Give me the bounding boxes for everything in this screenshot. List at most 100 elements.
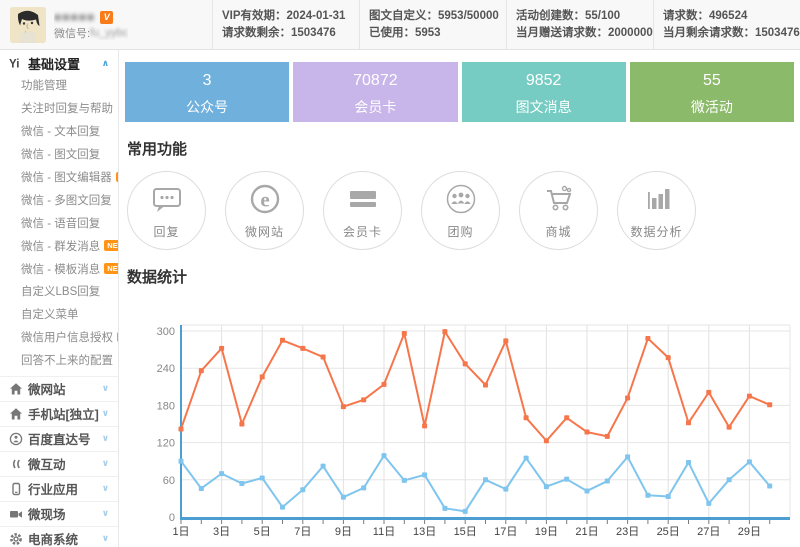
sidebar-group-industry-apps[interactable]: 行业应用∨ (0, 476, 118, 501)
svg-text:60: 60 (163, 475, 175, 487)
sidebar-item-fallback-config[interactable]: 回答不上来的配置 (0, 349, 118, 372)
sidebar-item-label: 微信 - 图文编辑器 (21, 169, 112, 185)
sidebar-item-wechat-template-message[interactable]: 微信 - 模板消息NEW (0, 257, 118, 280)
sidebar-item-label: 微信 - 文本回复 (21, 123, 100, 139)
stat-line: VIP有效期：2024-01-31 (222, 8, 350, 25)
svg-text:27日: 27日 (697, 526, 720, 538)
section-title-data-statistics: 数据统计 (127, 266, 794, 284)
quick-action-label: 会员卡 (343, 223, 382, 240)
user-display-name: ■■■■■ (54, 10, 95, 24)
sidebar-group-label: 基础设置 (28, 54, 102, 73)
statistics-chart: 0601201802403001日3日5日7日9日11日13日15日17日19日… (125, 315, 794, 541)
new-badge: NEW (104, 240, 119, 251)
sidebar-item-function-management[interactable]: 功能管理 (0, 74, 118, 97)
sidebar-item-custom-lbs-reply[interactable]: 自定义LBS回复 (0, 280, 118, 303)
stat-card-member-cards: 70872 会员卡 (293, 62, 457, 122)
sidebar-item-wechat-voice-reply[interactable]: 微信 - 语音回复 (0, 211, 118, 234)
sidebar-item-wechat-imagetext-reply[interactable]: 微信 - 图文回复 (0, 143, 118, 166)
chevron-down-icon: ∨ (102, 433, 109, 444)
vip-badge-icon: V (100, 11, 113, 24)
sidebar-item-wechat-text-reply[interactable]: 微信 - 文本回复 (0, 120, 118, 143)
sidebar-item-label: 自定义菜单 (21, 306, 79, 322)
header-stat-col-3: 活动创建数：55/100当月赠送请求数：2000000 (506, 0, 653, 49)
sidebar-item-wechat-user-info-auth[interactable]: 微信用户信息授权NEW (0, 326, 118, 349)
chevron-down-icon: ∨ (102, 458, 109, 469)
svg-text:300: 300 (157, 326, 175, 338)
user-area[interactable]: ■■■■■ V 微信号:fu_yybc (0, 0, 212, 49)
sidebar-item-wechat-multi-imagetext-reply[interactable]: 微信 - 多图文回复 (0, 188, 118, 211)
stat-line: 请求数：496524 (663, 8, 791, 25)
section-title-common-functions: 常用功能 (127, 138, 794, 156)
reply-icon (149, 181, 185, 222)
dashboard-app: ■■■■■ V 微信号:fu_yybc VIP有效期：2024-01-31请求数… (0, 0, 800, 547)
account-stats: VIP有效期：2024-01-31请求数剩余：1503476图文自定义：5953… (212, 0, 800, 49)
summary-cards: 3公众号70872会员卡9852图文消息55微活动 (125, 62, 794, 122)
stat-card-label: 公众号 (125, 97, 289, 117)
quick-action-reply[interactable]: 回复 (127, 171, 206, 250)
sidebar-item-custom-menu[interactable]: 自定义菜单 (0, 303, 118, 326)
sidebar-group-micro-live[interactable]: 微现场∨ (0, 501, 118, 526)
shopping-cart-icon (541, 181, 577, 222)
svg-text:9日: 9日 (335, 526, 352, 538)
tools-icon: Yi (9, 56, 28, 70)
sidebar-item-label: 关注时回复与帮助 (21, 100, 113, 116)
sidebar-item-label: 微信 - 群发消息 (21, 238, 100, 254)
sidebar-item-label: 微信 - 图文回复 (21, 146, 100, 162)
sidebar-group-basic-settings[interactable]: Yi基础设置∧ (0, 53, 118, 73)
sidebar-item-label: 自定义LBS回复 (21, 283, 100, 299)
svg-text:Yi: Yi (9, 59, 19, 71)
main-content: 3公众号70872会员卡9852图文消息55微活动 常用功能 回复e微网站会员卡… (119, 50, 800, 547)
chevron-down-icon: ∨ (102, 408, 109, 419)
stat-card-label: 会员卡 (293, 97, 457, 117)
stat-card-value: 55 (630, 72, 794, 90)
user-avatar (10, 7, 46, 43)
svg-text:180: 180 (157, 400, 175, 412)
chevron-down-icon: ∨ (102, 533, 109, 544)
quick-action-label: 团购 (447, 223, 473, 240)
header-stat-col-2: 图文自定义：5953/50000已使用：5953 (359, 0, 506, 49)
quick-action-label: 数据分析 (630, 223, 682, 240)
header-stat-col-4: 请求数：496524当月剩余请求数：1503476 (653, 0, 800, 49)
sidebar-group-micro-interaction[interactable]: 微互动∨ (0, 451, 118, 476)
quick-action-data-analysis[interactable]: 数据分析 (617, 171, 696, 250)
sidebar-item-label: 功能管理 (21, 77, 67, 93)
sidebar-group-ecommerce-system[interactable]: 电商系统∨ (0, 526, 118, 547)
sidebar-item-wechat-mass-message[interactable]: 微信 - 群发消息 NEW (0, 234, 118, 257)
quick-action-member-card[interactable]: 会员卡 (323, 171, 402, 250)
sidebar-item-label: 微信用户信息授权 (21, 329, 113, 345)
sidebar-item-label: 微信 - 多图文回复 (21, 192, 112, 208)
top-bar: ■■■■■ V 微信号:fu_yybc VIP有效期：2024-01-31请求数… (0, 0, 800, 50)
sidebar-item-follow-reply-help[interactable]: 关注时回复与帮助 (0, 97, 118, 120)
svg-text:120: 120 (157, 438, 175, 450)
quick-action-micro-website[interactable]: e微网站 (225, 171, 304, 250)
svg-text:5日: 5日 (254, 526, 271, 538)
stat-line: 图文自定义：5953/50000 (369, 8, 497, 25)
stat-card-label: 图文消息 (462, 97, 626, 117)
sidebar-group-label: 百度直达号 (28, 429, 102, 448)
group-buy-icon (443, 181, 479, 222)
chevron-down-icon: ∨ (102, 383, 109, 394)
quick-action-mall[interactable]: 商城 (519, 171, 598, 250)
stat-line: 活动创建数：55/100 (516, 8, 644, 25)
interaction-icon (9, 457, 28, 471)
svg-text:15日: 15日 (454, 526, 477, 538)
sidebar-group-label: 微现场 (28, 504, 102, 523)
svg-text:25日: 25日 (657, 526, 680, 538)
sidebar-group-label: 手机站[独立] (28, 404, 102, 423)
sidebar-item-wechat-imagetext-editor[interactable]: 微信 - 图文编辑器NEW (0, 166, 118, 189)
quick-action-group-buy[interactable]: 团购 (421, 171, 500, 250)
quick-actions-row: 回复 e微网站会员卡 团购 商城 数据分析 (125, 171, 794, 250)
sidebar-group-micro-website[interactable]: 微网站∨ (0, 376, 118, 401)
sidebar-group-baidu-zhida[interactable]: 百度直达号∨ (0, 426, 118, 451)
stat-card-value: 70872 (293, 72, 457, 90)
sidebar-group-mobile-site-standalone[interactable]: 手机站[独立]∨ (0, 401, 118, 426)
quick-action-label: 回复 (153, 223, 179, 240)
quick-action-label: 商城 (545, 223, 571, 240)
chevron-down-icon: ∨ (102, 483, 109, 494)
stat-card-imagetext-messages: 9852图文消息 (462, 62, 626, 122)
e-website-icon: e (247, 181, 283, 222)
svg-text:3日: 3日 (213, 526, 230, 538)
svg-text:0: 0 (169, 512, 175, 524)
wechat-id-label: 微信号: (54, 25, 90, 41)
sidebar: Yi基础设置∧功能管理关注时回复与帮助微信 - 文本回复微信 - 图文回复微信 … (0, 50, 119, 547)
